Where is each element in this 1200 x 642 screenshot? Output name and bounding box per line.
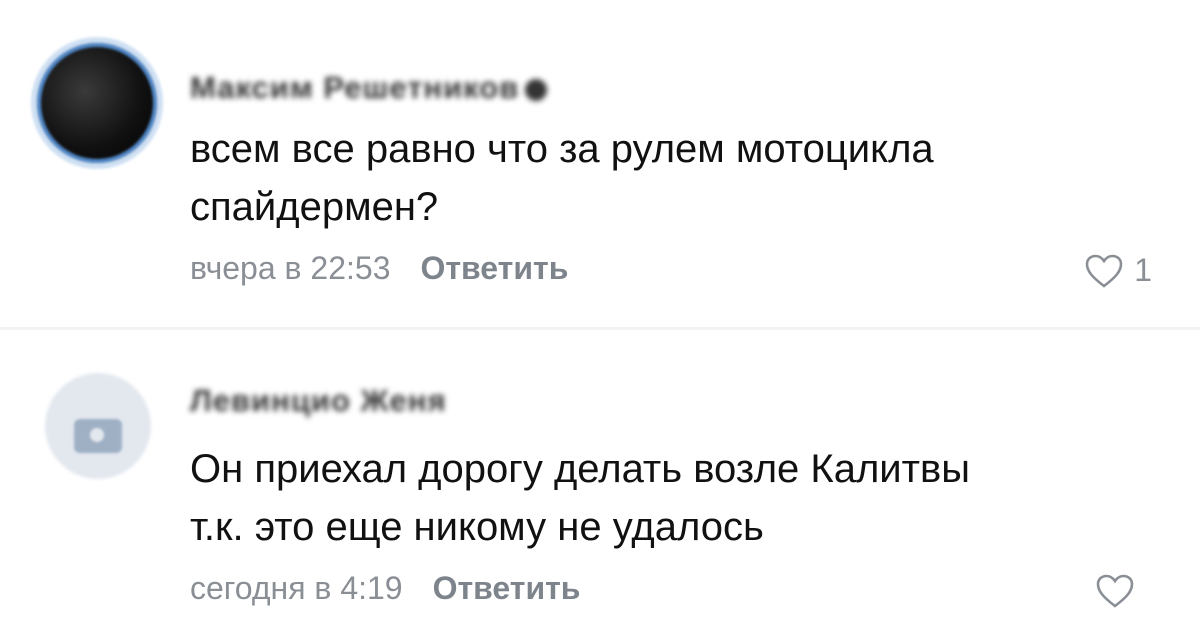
- author-name-text[interactable]: Максим Решетников: [190, 70, 519, 105]
- camera-icon: [74, 419, 122, 453]
- comment-text: Он приехал дорогу делать возле Калитвы т…: [190, 440, 1170, 556]
- author-name[interactable]: Максим Решетников: [190, 70, 548, 106]
- comment-text-line: т.к. это еще никому не удалось: [190, 505, 764, 549]
- heart-outline-icon: [1096, 574, 1134, 608]
- timestamp: вчера в 22:53: [190, 250, 391, 286]
- comment-text-line: всем все равно что за рулем мотоцикла: [190, 127, 934, 171]
- heart-outline-icon: [1085, 254, 1123, 288]
- like-button[interactable]: 1: [1084, 252, 1152, 289]
- like-button[interactable]: [1095, 573, 1145, 609]
- comment-text: всем все равно что за рулем мотоцикла сп…: [190, 120, 1170, 236]
- comment-item: Максим Решетников всем все равно что за …: [0, 0, 1200, 330]
- comment-meta: сегодня в 4:19 Ответить: [190, 570, 580, 607]
- timestamp: сегодня в 4:19: [190, 570, 403, 606]
- author-name-text[interactable]: Левинцио Женя: [190, 383, 447, 418]
- reply-button[interactable]: Ответить: [433, 570, 581, 606]
- reply-button[interactable]: Ответить: [420, 250, 568, 286]
- comment-text-line: спайдермен?: [190, 185, 439, 229]
- comment-meta: вчера в 22:53 Ответить: [190, 250, 568, 287]
- like-count: 1: [1134, 252, 1152, 288]
- comment-item: Левинцио Женя Он приехал дорогу делать в…: [0, 330, 1200, 642]
- avatar[interactable]: [37, 43, 157, 163]
- author-name[interactable]: Левинцио Женя: [190, 383, 447, 419]
- verified-icon: [525, 78, 548, 101]
- comment-text-line: Он приехал дорогу делать возле Калитвы: [190, 447, 970, 491]
